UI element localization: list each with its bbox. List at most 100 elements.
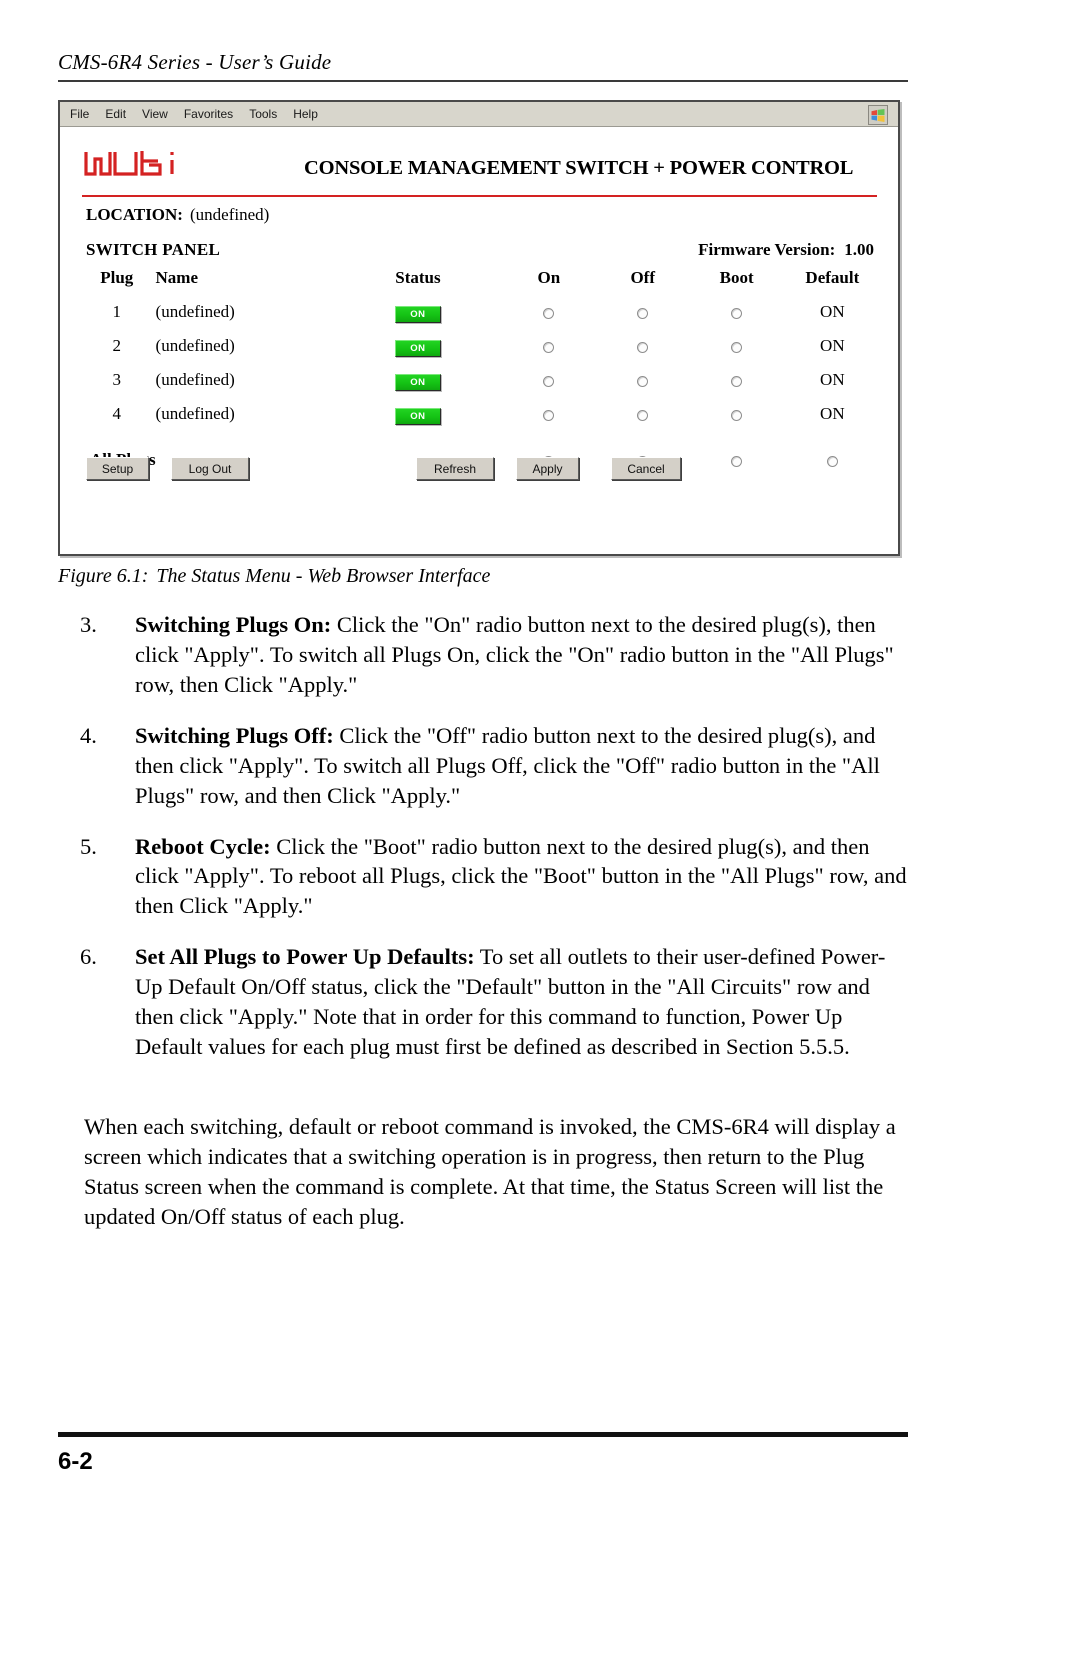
cell-radio-boot[interactable] — [690, 397, 784, 431]
cell-radio-on[interactable] — [502, 295, 596, 329]
status-badge: ON — [394, 339, 441, 357]
figure-browser-window: File Edit View Favorites Tools Help CONS… — [58, 100, 900, 556]
cell-default-value: ON — [820, 370, 845, 389]
cell-plug-name: (undefined) — [155, 370, 235, 389]
cell-plug-status: ON — [334, 397, 502, 431]
step-number: 5. — [80, 833, 97, 859]
column-header-off: Off — [630, 268, 655, 287]
location-value: (undefined) — [189, 205, 270, 224]
windows-flag-icon — [868, 105, 888, 125]
cell-default-value: ON — [820, 404, 845, 423]
setup-button[interactable]: Setup — [86, 457, 149, 480]
status-badge: ON — [394, 373, 441, 391]
menu-item-file[interactable]: File — [70, 107, 89, 121]
radio-off[interactable] — [637, 341, 649, 353]
radio-boot[interactable] — [731, 341, 743, 353]
radio-boot[interactable] — [731, 307, 743, 319]
radio-on[interactable] — [543, 341, 555, 353]
table-row: 1 (undefined) ON ON — [86, 295, 881, 329]
cell-plug-number: 1 — [112, 302, 122, 321]
figure-caption-number: Figure 6.1: — [58, 565, 149, 587]
step-text: Reboot Cycle: Click the "Boot" radio but… — [135, 832, 908, 922]
list-item: 3. Switching Plugs On: Click the "On" ra… — [80, 610, 908, 700]
menu-item-tools[interactable]: Tools — [249, 107, 277, 121]
firmware-version: Firmware Version: 1.00 — [698, 240, 874, 260]
list-item: 6. Set All Plugs to Power Up Defaults: T… — [80, 942, 908, 1062]
switch-panel-heading: SWITCH PANEL — [86, 240, 221, 259]
column-header-plug: Plug — [100, 268, 134, 287]
browser-menubar: File Edit View Favorites Tools Help — [60, 102, 898, 127]
firmware-label: Firmware Version: — [698, 240, 836, 259]
radio-off[interactable] — [637, 409, 649, 421]
cell-plug-status: ON — [334, 329, 502, 363]
step-lead: Switching Plugs Off: — [135, 722, 334, 748]
cell-plug-status: ON — [334, 295, 502, 329]
menu-item-favorites[interactable]: Favorites — [184, 107, 233, 121]
cell-radio-boot[interactable] — [690, 363, 784, 397]
figure-caption-text: The Status Menu - Web Browser Interface — [156, 565, 491, 587]
step-text: Switching Plugs On: Click the "On" radio… — [135, 610, 908, 700]
cell-radio-on[interactable] — [502, 329, 596, 363]
cell-radio-off[interactable] — [596, 397, 690, 431]
cell-plug-name: (undefined) — [155, 404, 235, 423]
action-button-row: Setup Log Out Refresh Apply Cancel — [86, 457, 881, 483]
column-header-name: Name — [155, 268, 199, 287]
cell-default-value: ON — [820, 302, 845, 321]
running-head-title: CMS-6R4 Series - User’s Guide — [58, 50, 332, 74]
list-item: 4. Switching Plugs Off: Click the "Off" … — [80, 721, 908, 811]
menu-item-help[interactable]: Help — [293, 107, 318, 121]
page-running-head: CMS-6R4 Series - User’s Guide — [58, 50, 908, 82]
cell-plug-status: ON — [334, 363, 502, 397]
step-text: Switching Plugs Off: Click the "Off" rad… — [135, 721, 908, 811]
status-badge: ON — [394, 407, 441, 425]
table-row: 2 (undefined) ON ON — [86, 329, 881, 363]
cell-radio-on[interactable] — [502, 363, 596, 397]
status-badge: ON — [394, 305, 441, 323]
radio-on[interactable] — [543, 375, 555, 387]
step-number: 3. — [80, 612, 97, 637]
banner-divider — [82, 195, 877, 197]
radio-boot[interactable] — [731, 375, 743, 387]
cell-radio-off[interactable] — [596, 329, 690, 363]
cell-radio-off[interactable] — [596, 295, 690, 329]
step-number: 4. — [80, 722, 97, 748]
table-header-row: Plug Name Status On Off Boot Default — [86, 267, 881, 295]
cell-plug-number: 4 — [112, 404, 122, 423]
refresh-button[interactable]: Refresh — [416, 457, 494, 480]
cell-plug-name: (undefined) — [155, 302, 235, 321]
table-row: 3 (undefined) ON ON — [86, 363, 881, 397]
firmware-value: 1.00 — [844, 240, 874, 259]
column-header-boot: Boot — [719, 268, 754, 287]
table-row: 4 (undefined) ON ON — [86, 397, 881, 431]
cell-plug-number: 2 — [112, 336, 122, 355]
radio-off[interactable] — [637, 307, 649, 319]
column-header-on: On — [537, 268, 561, 287]
banner-title: CONSOLE MANAGEMENT SWITCH + POWER CONTRO… — [304, 157, 854, 179]
cell-radio-off[interactable] — [596, 363, 690, 397]
cell-plug-number: 3 — [112, 370, 122, 389]
radio-boot[interactable] — [731, 409, 743, 421]
location-label: LOCATION: — [86, 205, 183, 224]
page-number: 6-2 — [58, 1448, 93, 1475]
menu-item-view[interactable]: View — [142, 107, 168, 121]
radio-on[interactable] — [543, 307, 555, 319]
menu-item-edit[interactable]: Edit — [105, 107, 126, 121]
figure-caption: Figure 6.1: The Status Menu - Web Browser… — [58, 565, 490, 588]
column-header-default: Default — [805, 268, 860, 287]
log-out-button[interactable]: Log Out — [171, 457, 249, 480]
location-row: LOCATION: (undefined) — [86, 205, 269, 225]
running-head-rule — [58, 80, 908, 82]
switch-panel-table: Plug Name Status On Off Boot Default 1 (… — [86, 267, 881, 477]
cell-radio-boot[interactable] — [690, 329, 784, 363]
step-lead: Switching Plugs On: — [135, 612, 332, 637]
cancel-button[interactable]: Cancel — [611, 457, 681, 480]
cell-radio-on[interactable] — [502, 397, 596, 431]
step-number: 6. — [80, 944, 97, 970]
radio-off[interactable] — [637, 375, 649, 387]
cell-default-value: ON — [820, 336, 845, 355]
step-text: Set All Plugs to Power Up Defaults: To s… — [135, 942, 908, 1062]
cell-radio-boot[interactable] — [690, 295, 784, 329]
radio-on[interactable] — [543, 409, 555, 421]
apply-button[interactable]: Apply — [516, 457, 579, 480]
cell-plug-name: (undefined) — [155, 336, 235, 355]
